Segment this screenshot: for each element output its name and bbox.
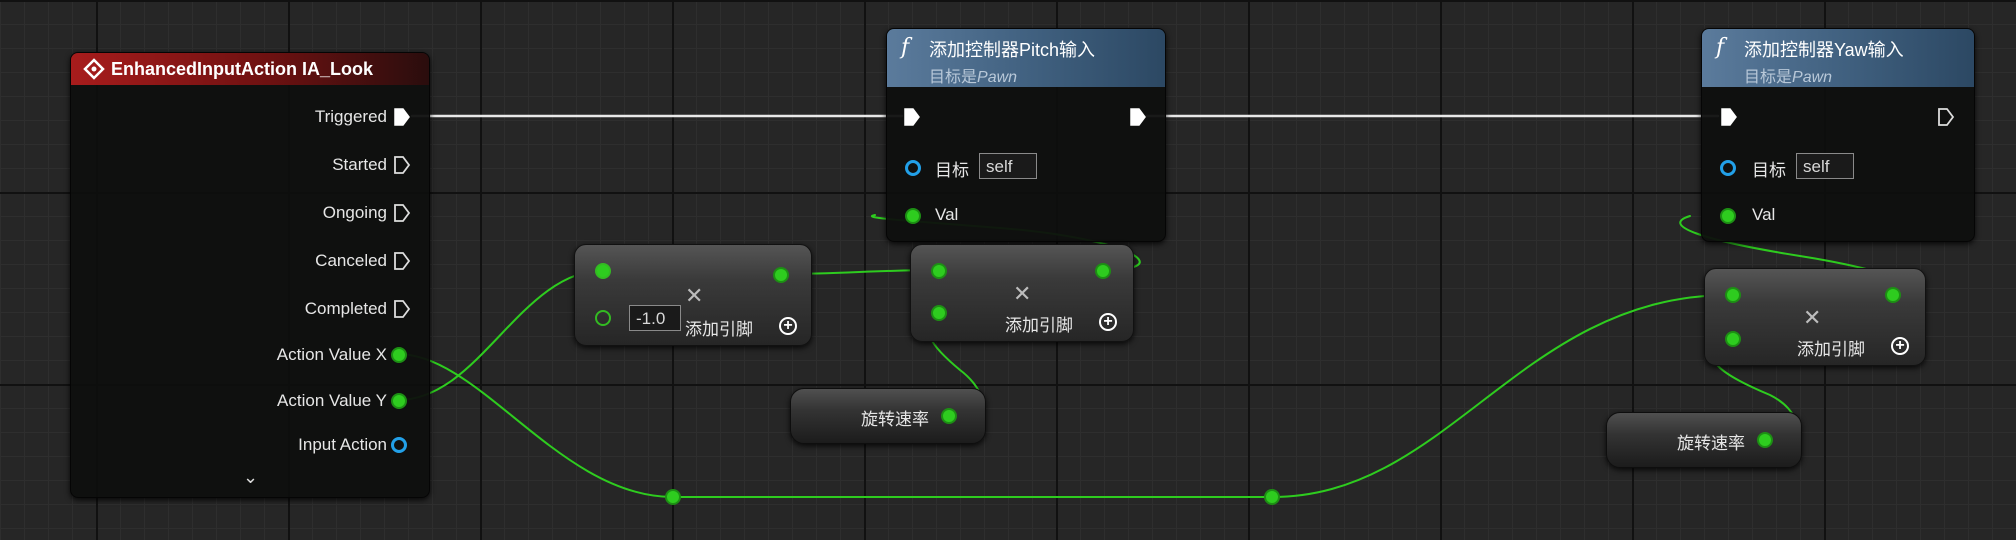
float-out-pin-multiply-3[interactable]: [1885, 287, 1901, 303]
yaw-target-label: 目标: [1752, 161, 1786, 180]
exec-out-pin-pitch[interactable]: [1129, 108, 1147, 126]
multiply-node-2[interactable]: ✕ 添加引脚 +: [910, 244, 1134, 342]
multiply-1-value-field[interactable]: -1.0: [629, 305, 681, 331]
pin-label-action-value-x: Action Value X: [276, 345, 387, 364]
function-icon: f: [1716, 35, 1725, 60]
yaw-node-subtitle: 目标是Pawn: [1744, 63, 1832, 87]
function-icon: f: [901, 35, 910, 60]
float-out-pin-getter-1[interactable]: [941, 408, 957, 424]
pin-label-canceled: Canceled: [315, 251, 387, 270]
exec-out-pin-yaw[interactable]: [1937, 108, 1955, 126]
exec-pin-triggered[interactable]: [393, 108, 411, 126]
add-pin-label-1: 添加引脚: [685, 320, 753, 339]
multiply-icon: ✕: [1013, 281, 1032, 306]
function-node-add-yaw[interactable]: f 添加控制器Yaw输入 目标是Pawn 目标 self Val: [1701, 28, 1975, 242]
pitch-subtitle-target: Pawn: [977, 69, 1018, 86]
pin-label-ongoing: Ongoing: [322, 203, 387, 222]
yaw-subtitle-prefix: 目标是: [1744, 69, 1793, 86]
float-out-pin-getter-2[interactable]: [1757, 432, 1773, 448]
add-pin-icon[interactable]: +: [1099, 313, 1117, 331]
add-pin-icon[interactable]: +: [779, 317, 797, 335]
object-pin-input-action[interactable]: [391, 437, 407, 453]
pin-label-triggered: Triggered: [314, 107, 387, 126]
pitch-target-label: 目标: [935, 161, 969, 180]
event-icon: [83, 58, 105, 80]
float-in-pin-a-multiply-3[interactable]: [1725, 287, 1741, 303]
float-in-pin-b-multiply-3[interactable]: [1725, 331, 1741, 347]
function-node-header-pitch[interactable]: f 添加控制器Pitch输入 目标是Pawn: [887, 29, 1165, 87]
exec-in-pin-yaw[interactable]: [1720, 108, 1738, 126]
float-in-pin-a-multiply-2[interactable]: [931, 263, 947, 279]
float-out-pin-multiply-2[interactable]: [1095, 263, 1111, 279]
getter-node-rotation-rate-2[interactable]: 旋转速率: [1606, 412, 1802, 468]
multiply-node-3[interactable]: ✕ 添加引脚 +: [1704, 268, 1926, 366]
object-pin-yaw-target[interactable]: [1720, 160, 1736, 176]
getter-label-2: 旋转速率: [1677, 434, 1745, 453]
yaw-subtitle-target: Pawn: [1792, 69, 1833, 86]
pitch-target-field[interactable]: self: [979, 153, 1037, 179]
exec-in-pin-pitch[interactable]: [903, 108, 921, 126]
multiply-icon: ✕: [685, 283, 704, 308]
pitch-node-title: 添加控制器Pitch输入: [929, 40, 1096, 60]
add-pin-label-3: 添加引脚: [1797, 340, 1865, 359]
getter-label-1: 旋转速率: [861, 410, 929, 429]
pitch-node-subtitle: 目标是Pawn: [929, 63, 1017, 87]
pitch-val-label: Val: [935, 205, 959, 224]
float-wire-valueX-to-reroute1: [397, 353, 674, 498]
float-pin-action-value-x[interactable]: [391, 347, 407, 363]
yaw-target-field[interactable]: self: [1796, 153, 1854, 179]
add-pin-icon[interactable]: +: [1891, 337, 1909, 355]
float-pin-yaw-val[interactable]: [1720, 208, 1736, 224]
pin-label-completed: Completed: [304, 299, 387, 318]
pin-label-action-value-y: Action Value Y: [277, 391, 387, 410]
yaw-node-title: 添加控制器Yaw输入: [1744, 40, 1904, 60]
multiply-node-1[interactable]: -1.0 ✕ 添加引脚 +: [574, 244, 812, 346]
reroute-node-2[interactable]: [1264, 489, 1280, 505]
yaw-val-label: Val: [1752, 205, 1776, 224]
float-in-pin-b-multiply-2[interactable]: [931, 305, 947, 321]
pin-label-started: Started: [332, 155, 387, 174]
event-node-ia-look[interactable]: EnhancedInputAction IA_Look Triggered St…: [70, 52, 430, 498]
chevron-down-icon[interactable]: ⌄: [243, 467, 258, 488]
float-out-pin-multiply-1[interactable]: [773, 267, 789, 283]
event-node-title: EnhancedInputAction IA_Look: [111, 58, 374, 79]
function-node-add-pitch[interactable]: f 添加控制器Pitch输入 目标是Pawn 目标 self Val: [886, 28, 1166, 242]
exec-pin-canceled[interactable]: [393, 252, 411, 270]
pitch-subtitle-prefix: 目标是: [929, 69, 978, 86]
getter-node-rotation-rate-1[interactable]: 旋转速率: [790, 388, 986, 444]
function-node-header-yaw[interactable]: f 添加控制器Yaw输入 目标是Pawn: [1702, 29, 1974, 87]
float-pin-pitch-val[interactable]: [905, 208, 921, 224]
float-pin-action-value-y[interactable]: [391, 393, 407, 409]
exec-pin-ongoing[interactable]: [393, 204, 411, 222]
exec-pin-started[interactable]: [393, 156, 411, 174]
float-in-pin-a-multiply-1[interactable]: [595, 263, 611, 279]
object-pin-pitch-target[interactable]: [905, 160, 921, 176]
pin-label-input-action: Input Action: [298, 435, 387, 454]
float-in-pin-b-multiply-1[interactable]: [595, 310, 611, 326]
multiply-icon: ✕: [1803, 305, 1822, 330]
event-node-header[interactable]: EnhancedInputAction IA_Look: [71, 53, 429, 85]
exec-pin-completed[interactable]: [393, 300, 411, 318]
add-pin-label-2: 添加引脚: [1005, 316, 1073, 335]
reroute-node-1[interactable]: [665, 489, 681, 505]
